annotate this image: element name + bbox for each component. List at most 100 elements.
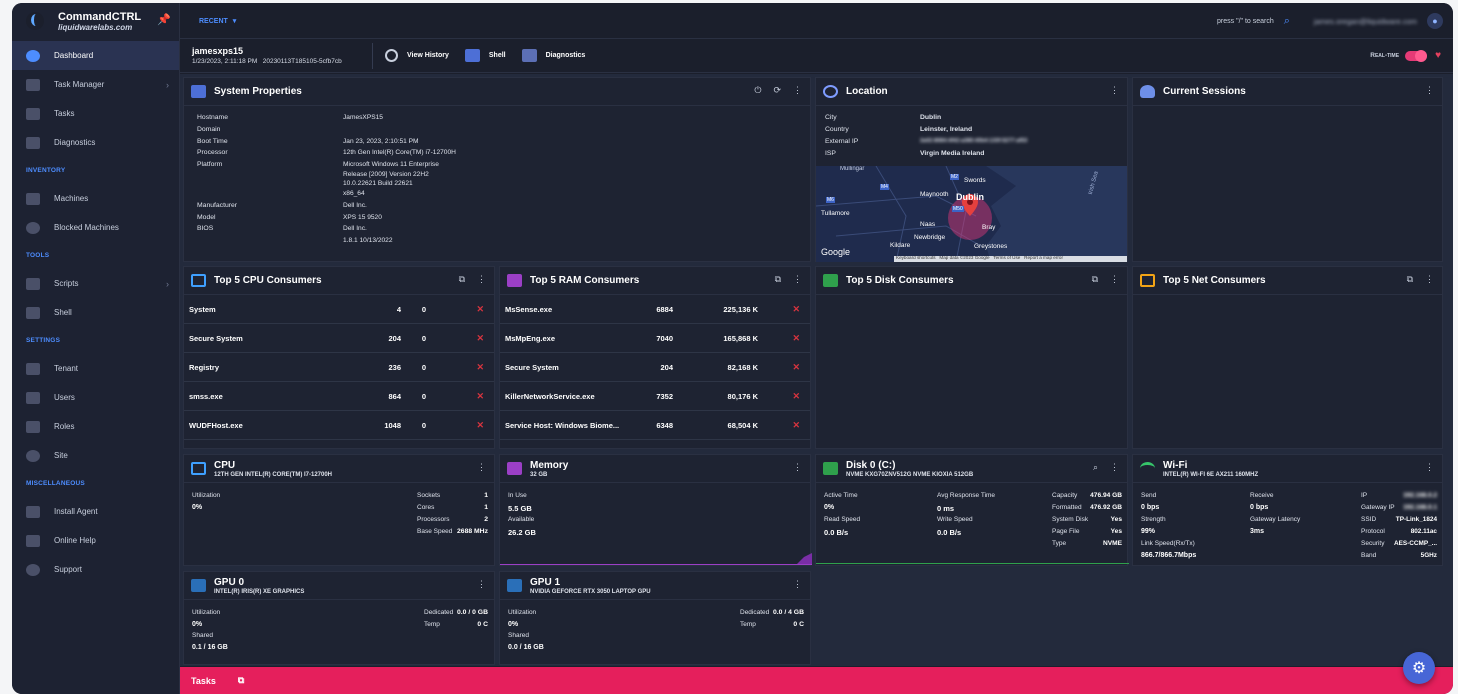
open-external-icon[interactable]: ⧉ xyxy=(238,675,244,686)
more-icon[interactable]: ⋮ xyxy=(1110,462,1119,473)
close-icon[interactable]: ✕ xyxy=(792,420,800,431)
more-icon[interactable]: ⋮ xyxy=(1425,462,1434,473)
table-row[interactable]: Secure System 204 82,168 K ✕ xyxy=(500,353,810,382)
close-icon[interactable]: ✕ xyxy=(792,391,800,402)
card-header: Top 5 Disk Consumers ⧉ ⋮ xyxy=(816,267,1127,295)
sidebar-item-users[interactable]: Users xyxy=(12,383,179,412)
brand-title: CommandCTRL xyxy=(58,10,142,23)
map-label-naas: Naas xyxy=(920,221,936,228)
more-icon[interactable]: ⋮ xyxy=(477,274,486,285)
sidebar-item-label: Task Manager xyxy=(54,80,105,89)
user-email: james.oregan@liquidware.com xyxy=(1313,16,1417,26)
google-logo: Google xyxy=(821,247,851,257)
table-row[interactable]: MsSense.exe 6884 225,136 K ✕ xyxy=(500,295,810,324)
diagnostics-button[interactable]: Diagnostics xyxy=(521,49,585,62)
table-row[interactable]: MsMpEng.exe 7040 165,868 K ✕ xyxy=(500,324,810,353)
close-icon[interactable]: ✕ xyxy=(792,333,800,344)
more-icon[interactable]: ⋮ xyxy=(1110,85,1119,96)
close-icon[interactable]: ✕ xyxy=(476,304,484,315)
sidebar-item-online-help[interactable]: Online Help xyxy=(12,526,179,555)
sidebar-item-dashboard[interactable]: Dashboard xyxy=(12,41,179,70)
table-row[interactable]: System 4 0 ✕ xyxy=(184,295,494,324)
sidebar-item-scripts[interactable]: Scripts › xyxy=(12,269,179,298)
wifi-receive-value: 0 bps xyxy=(1250,504,1269,511)
power-icon[interactable]: ⏻ xyxy=(754,85,761,96)
search-icon[interactable]: ⌕ xyxy=(1093,462,1098,473)
sidebar-item-label: Scripts xyxy=(54,279,79,288)
diagnostics-icon xyxy=(26,136,40,149)
ram-consumers-table: MsSense.exe 6884 225,136 K ✕ MsMpEng.exe 7040… xyxy=(500,295,810,440)
table-row[interactable]: Secure System 204 0 ✕ xyxy=(184,324,494,353)
settings-fab-button[interactable]: ⚙ xyxy=(1403,652,1435,684)
table-row[interactable]: smss.exe 864 0 ✕ xyxy=(184,382,494,411)
more-icon[interactable]: ⋮ xyxy=(793,85,802,96)
wifi-band-label: Band xyxy=(1361,552,1377,559)
more-icon[interactable]: ⋮ xyxy=(793,274,802,285)
more-icon[interactable]: ⋮ xyxy=(1425,85,1434,96)
more-icon[interactable]: ⋮ xyxy=(477,462,486,473)
sidebar-item-support[interactable]: Support xyxy=(12,555,179,584)
shell-label: Shell xyxy=(488,52,506,59)
sidebar-item-tenant[interactable]: Tenant xyxy=(12,354,179,383)
more-icon[interactable]: ⋮ xyxy=(1425,274,1434,285)
wifi-gateway-ip-value: 192.168.0.1 xyxy=(1403,504,1437,511)
open-external-icon[interactable]: ⧉ xyxy=(459,274,465,285)
sidebar-item-label: Diagnostics xyxy=(54,138,96,147)
sidebar-item-diagnostics[interactable]: Diagnostics xyxy=(12,128,179,157)
shell-button[interactable]: Shell xyxy=(464,49,506,62)
recent-dropdown[interactable]: RECENT ▾ xyxy=(199,16,236,25)
location-map[interactable]: Mullingar M2 Swords M4 Maynooth Dublin M… xyxy=(816,166,1127,262)
disk-write-speed-value: 0.0 B/s xyxy=(937,528,962,537)
refresh-icon[interactable]: ⟳ xyxy=(773,85,781,96)
sidebar-item-blocked-machines[interactable]: Blocked Machines xyxy=(12,213,179,242)
close-icon[interactable]: ✕ xyxy=(476,362,484,373)
open-external-icon[interactable]: ⧉ xyxy=(1092,274,1098,285)
gpu1-card: GPU 1 NVIDIA GEFORCE RTX 3050 LAPTOP GPU … xyxy=(499,571,811,665)
table-row[interactable]: WUDFHost.exe 1048 0 ✕ xyxy=(184,411,494,440)
section-misc: MISCELLANEOUS xyxy=(26,480,85,487)
heart-icon[interactable]: ♥ xyxy=(1435,50,1441,61)
close-icon[interactable]: ✕ xyxy=(792,362,800,373)
view-history-button[interactable]: View History xyxy=(385,49,449,62)
section-settings: SETTINGS xyxy=(26,337,61,344)
cpu-utilization-value: 0% xyxy=(192,504,203,511)
close-icon[interactable]: ✕ xyxy=(476,420,484,431)
more-icon[interactable]: ⋮ xyxy=(1110,274,1119,285)
sidebar-item-task-manager[interactable]: Task Manager › xyxy=(12,70,179,99)
avatar[interactable]: ● xyxy=(1427,13,1443,29)
more-icon[interactable]: ⋮ xyxy=(477,579,486,590)
pin-icon[interactable]: 📌 xyxy=(157,13,171,26)
search-icon[interactable]: ⌕ xyxy=(1284,15,1290,28)
card-title: Location xyxy=(846,86,888,97)
card-header: Memory 32 GB ⋮ xyxy=(500,455,810,483)
sidebar-item-site[interactable]: Site xyxy=(12,441,179,470)
tasks-bar[interactable]: Tasks ⧉ xyxy=(180,667,1453,694)
open-external-icon[interactable]: ⧉ xyxy=(775,274,781,285)
table-row[interactable]: Service Host: Windows Biome... 6348 68,504… xyxy=(500,411,810,440)
machine-meta: 1/23/2023, 2:11:18 PM 20230113T185105-5c… xyxy=(192,58,372,65)
sidebar-item-roles[interactable]: Roles xyxy=(12,412,179,441)
realtime-toggle[interactable] xyxy=(1405,49,1428,62)
open-external-icon[interactable]: ⧉ xyxy=(1407,274,1413,285)
machine-datetime: 1/23/2023, 2:11:18 PM xyxy=(192,58,258,65)
sidebar-item-install-agent[interactable]: Install Agent xyxy=(12,497,179,526)
close-icon[interactable]: ✕ xyxy=(792,304,800,315)
more-icon[interactable]: ⋮ xyxy=(793,579,802,590)
sidebar-item-tasks[interactable]: Tasks xyxy=(12,99,179,128)
table-row[interactable]: KillerNetworkService.exe 7352 80,176 K ✕ xyxy=(500,382,810,411)
machines-icon xyxy=(26,192,40,205)
cpu-icon xyxy=(191,274,206,287)
cpu-cores-value: 1 xyxy=(484,504,488,511)
map-footer[interactable]: Keyboard shortcuts Map data ©2023 Google… xyxy=(896,255,1063,260)
sidebar-item-machines[interactable]: Machines xyxy=(12,184,179,213)
process-name: Secure System xyxy=(189,333,243,343)
close-icon[interactable]: ✕ xyxy=(476,333,484,344)
table-row[interactable]: Registry 236 0 ✕ xyxy=(184,353,494,382)
close-icon[interactable]: ✕ xyxy=(476,391,484,402)
cpu-sockets-label: Sockets xyxy=(417,492,441,499)
machine-bar: jamesxps15 1/23/2023, 2:11:18 PM 2023011… xyxy=(180,39,1453,73)
more-icon[interactable]: ⋮ xyxy=(793,462,802,473)
gpu1-dedicated-value: 0.0 / 4 GB xyxy=(773,609,804,616)
process-col-a: 6884 xyxy=(656,304,673,314)
sidebar-item-shell[interactable]: Shell xyxy=(12,298,179,327)
